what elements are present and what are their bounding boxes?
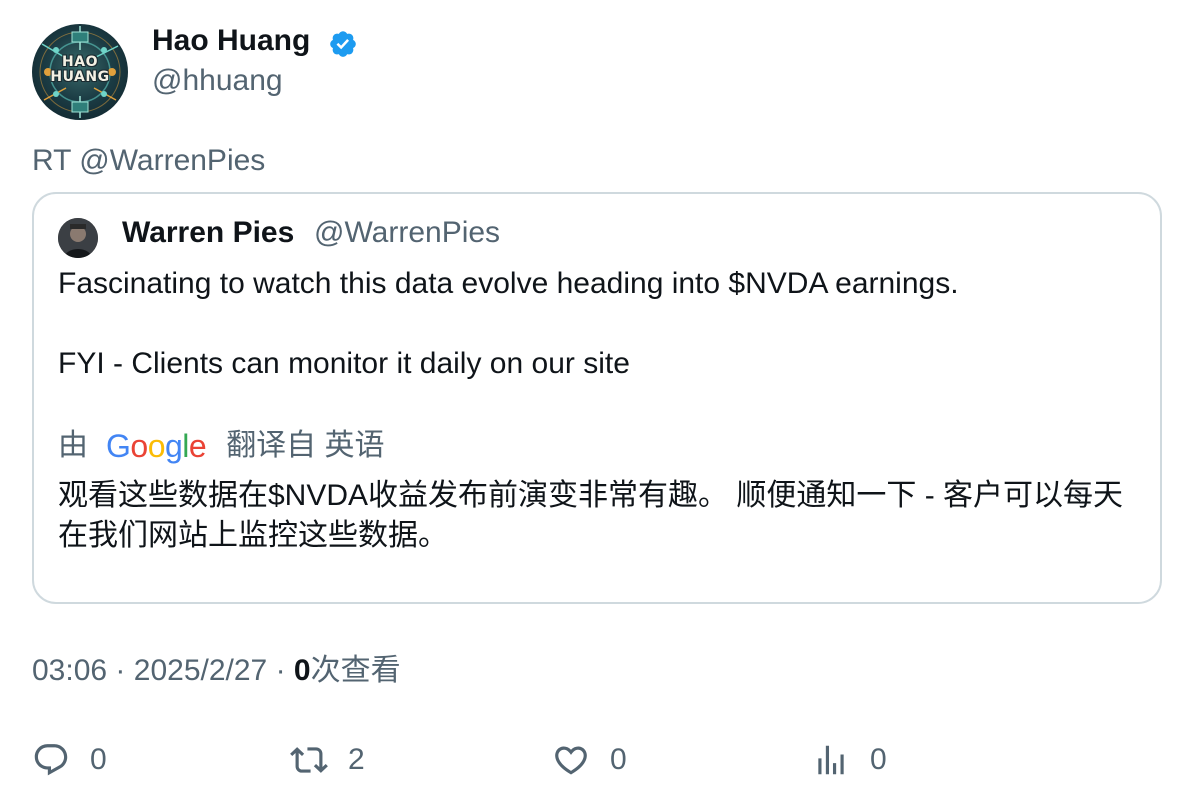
reply-count: 0	[90, 743, 107, 776]
like-button[interactable]: 0	[552, 740, 627, 780]
views-button[interactable]: 0	[812, 740, 887, 780]
quoted-tweet-card[interactable]: Warren Pies @WarrenPies Fascinating to w…	[32, 192, 1162, 604]
quote-author-name[interactable]: Warren Pies	[122, 214, 294, 252]
quote-text-line1: Fascinating to watch this data evolve he…	[58, 267, 959, 300]
author-name[interactable]: Hao Huang	[152, 22, 310, 60]
avatar-text-line1: HAO	[62, 54, 98, 70]
translate-prefix: 由	[58, 429, 88, 462]
person-avatar-icon	[58, 218, 98, 258]
reply-button[interactable]: 0	[32, 740, 107, 780]
retweet-icon	[290, 747, 328, 773]
like-count: 0	[610, 743, 627, 776]
translate-suffix: 翻译自 英语	[226, 429, 385, 462]
views-label: 次查看	[310, 654, 401, 687]
meta-separator: ·	[115, 654, 126, 687]
retweet-button[interactable]: 2	[290, 740, 365, 780]
translated-text: 观看这些数据在$NVDA收益发布前演变非常有趣。 顺便通知一下 - 客户可以每天…	[58, 479, 1124, 552]
reply-icon	[34, 744, 68, 776]
verified-badge-icon	[330, 31, 356, 57]
quote-text-line2: FYI - Clients can monitor it daily on ou…	[58, 347, 630, 380]
quote-author-avatar[interactable]	[58, 218, 98, 258]
views-action-count: 0	[870, 743, 887, 776]
author-handle[interactable]: @hhuang	[152, 62, 283, 100]
retweet-label: RT @WarrenPies	[32, 144, 266, 177]
bar-chart-icon	[818, 745, 844, 775]
tweet-date[interactable]: 2025/2/27	[134, 654, 267, 687]
views-count: 0	[293, 654, 311, 687]
heart-icon	[555, 746, 587, 775]
meta-separator: ·	[275, 654, 286, 687]
translation-attribution: 由 Google 翻译自 英语	[58, 426, 385, 466]
author-avatar[interactable]: HAO HUANG	[32, 24, 128, 120]
tweet-time[interactable]: 03:06	[32, 654, 107, 687]
quote-author-handle[interactable]: @WarrenPies	[314, 214, 500, 252]
quote-text: Fascinating to watch this data evolve he…	[58, 264, 959, 384]
tweet-meta: 03:06 · 2025/2/27 · 0次查看	[32, 652, 401, 690]
avatar-text-line2: HUANG	[50, 69, 110, 85]
retweet-count: 2	[348, 743, 365, 776]
google-logo: Google	[106, 428, 207, 464]
